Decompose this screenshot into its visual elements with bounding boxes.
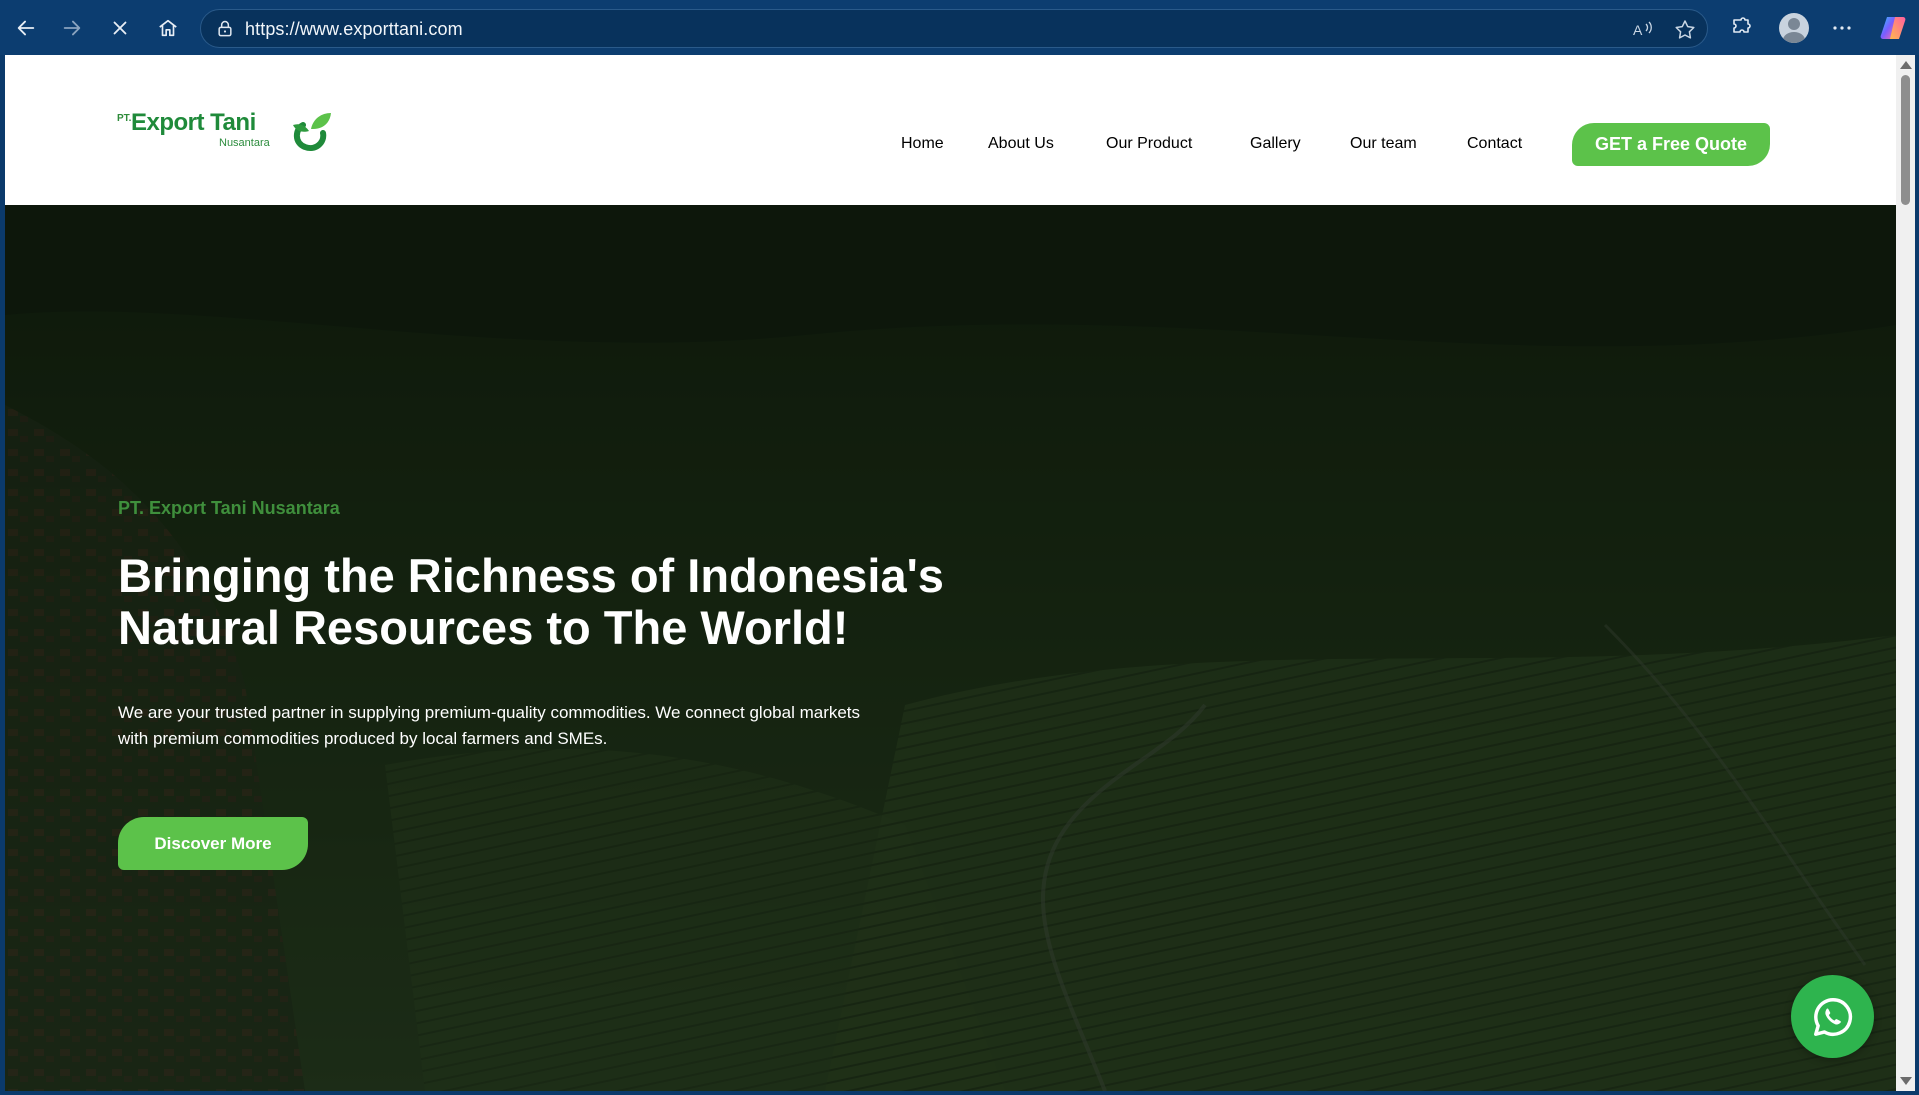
puzzle-icon bbox=[1733, 17, 1751, 33]
page-scrollbar[interactable] bbox=[1896, 55, 1915, 1091]
nav-about-us[interactable]: About Us bbox=[988, 135, 1054, 153]
sprout-logo-icon bbox=[293, 113, 331, 151]
nav-home[interactable]: Home bbox=[901, 135, 944, 153]
scroll-thumb[interactable] bbox=[1901, 75, 1910, 205]
web-page: PT. Export Tani Nusantara Home About Us … bbox=[5, 55, 1896, 1091]
hero-description: We are your trusted partner in supplying… bbox=[118, 700, 948, 752]
scroll-up-arrow-icon[interactable] bbox=[1900, 61, 1912, 69]
whatsapp-chat-button[interactable] bbox=[1791, 975, 1874, 1058]
hero-headline: Bringing the Richness of Indonesia's Nat… bbox=[118, 550, 1018, 654]
close-icon bbox=[113, 21, 127, 35]
stop-loading-button[interactable] bbox=[104, 12, 136, 44]
profile-avatar[interactable] bbox=[1779, 13, 1809, 43]
browser-toolbar: https://www.exporttani.com A bbox=[0, 0, 1919, 55]
home-button[interactable] bbox=[152, 12, 184, 44]
arrow-left-icon bbox=[17, 20, 35, 36]
site-logo[interactable]: PT. Export Tani Nusantara bbox=[117, 105, 337, 165]
extensions-button[interactable] bbox=[1727, 14, 1755, 42]
back-button[interactable] bbox=[10, 12, 42, 44]
home-icon bbox=[159, 19, 177, 37]
discover-more-button[interactable]: Discover More bbox=[118, 817, 308, 870]
hero-section: PT. Export Tani Nusantara Bringing the R… bbox=[5, 205, 1896, 1091]
free-quote-button[interactable]: GET a Free Quote bbox=[1572, 123, 1770, 166]
nav-our-product[interactable]: Our Product bbox=[1106, 135, 1192, 153]
address-bar[interactable]: https://www.exporttani.com A bbox=[200, 9, 1708, 48]
whatsapp-icon bbox=[1813, 997, 1852, 1036]
read-aloud-icon[interactable]: A bbox=[1631, 18, 1655, 42]
favorite-star-icon[interactable] bbox=[1673, 18, 1697, 42]
scroll-down-arrow-icon[interactable] bbox=[1900, 1077, 1912, 1085]
svg-text:A: A bbox=[1633, 22, 1643, 38]
nav-our-team[interactable]: Our team bbox=[1350, 135, 1417, 153]
site-header: PT. Export Tani Nusantara Home About Us … bbox=[5, 55, 1896, 205]
hero-headline-line2: Natural Resources to The World! bbox=[118, 601, 849, 654]
nav-gallery[interactable]: Gallery bbox=[1250, 135, 1301, 153]
url-text[interactable]: https://www.exporttani.com bbox=[245, 19, 463, 40]
logo-name: Export Tani bbox=[131, 109, 256, 136]
copilot-icon[interactable] bbox=[1878, 13, 1908, 43]
nav-contact[interactable]: Contact bbox=[1467, 135, 1522, 153]
forward-button[interactable] bbox=[56, 12, 88, 44]
logo-subname: Nusantara bbox=[219, 137, 270, 149]
hero-kicker: PT. Export Tani Nusantara bbox=[118, 498, 340, 518]
arrow-right-icon bbox=[63, 20, 81, 36]
lock-icon bbox=[218, 20, 232, 37]
more-menu-button[interactable] bbox=[1828, 14, 1856, 42]
hero-description-line2: with premium commodities produced by loc… bbox=[118, 729, 608, 748]
logo-prefix: PT. bbox=[117, 113, 132, 124]
hero-description-line1: We are your trusted partner in supplying… bbox=[118, 703, 861, 722]
ellipsis-icon bbox=[1833, 26, 1851, 30]
hero-headline-line1: Bringing the Richness of Indonesia's bbox=[118, 549, 944, 602]
